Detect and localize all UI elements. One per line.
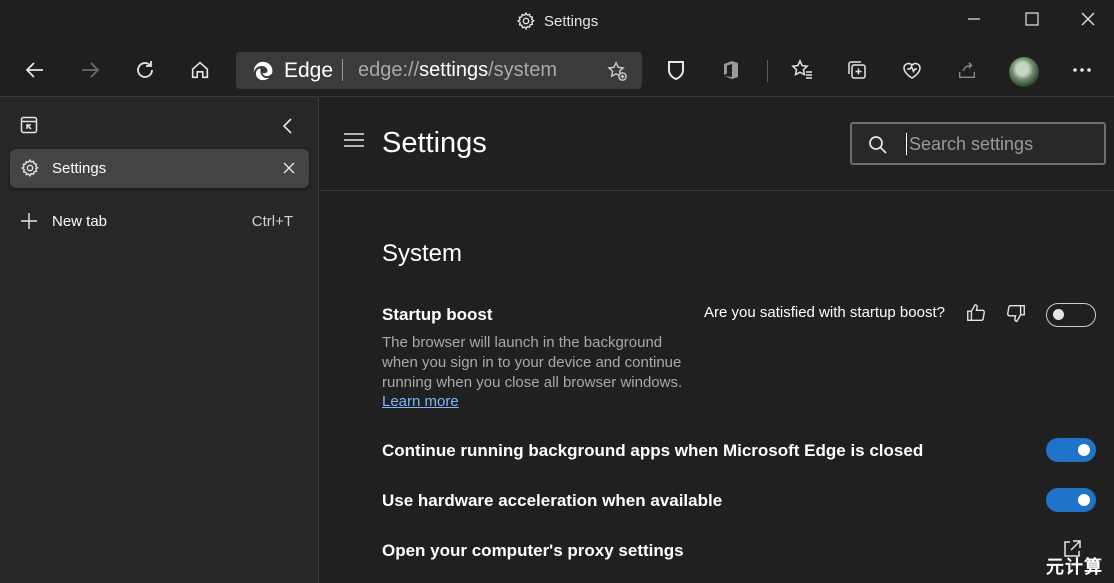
- browser-essentials-button[interactable]: [896, 54, 928, 86]
- more-menu-button[interactable]: [1066, 54, 1098, 86]
- search-input[interactable]: [906, 133, 1096, 155]
- share-button[interactable]: [951, 54, 983, 86]
- section-title: System: [382, 240, 463, 267]
- hardware-acceleration-title: Use hardware acceleration when available: [382, 491, 723, 510]
- arrow-right-icon: [82, 62, 100, 78]
- vertical-tabs-panel: Settings New tab Ctrl+T: [0, 96, 319, 583]
- thumbs-up-button[interactable]: [964, 301, 988, 325]
- home-button[interactable]: [184, 54, 216, 86]
- page-title: Settings: [382, 127, 487, 159]
- office-extension-button[interactable]: [715, 54, 747, 86]
- minimize-icon: [968, 18, 980, 20]
- menu-button[interactable]: [344, 133, 366, 151]
- refresh-button[interactable]: [129, 54, 161, 86]
- address-separator: [342, 59, 343, 81]
- proxy-settings-title[interactable]: Open your computer's proxy settings: [382, 541, 684, 561]
- collections-button[interactable]: [841, 54, 873, 86]
- startup-boost-title: Startup boost: [382, 305, 493, 324]
- window-title: Settings: [516, 11, 598, 31]
- plus-icon: [20, 212, 38, 235]
- url-text[interactable]: edge://settings/system: [358, 59, 557, 82]
- maximize-button[interactable]: [1012, 6, 1052, 32]
- gear-icon: [20, 158, 40, 183]
- search-icon: [868, 135, 888, 160]
- window-title-text: Settings: [544, 12, 599, 30]
- toggle-knob: [1078, 494, 1090, 506]
- chevron-left-icon: [282, 118, 292, 134]
- thumbs-down-icon: [1007, 304, 1025, 322]
- close-icon: [283, 162, 295, 174]
- learn-more-link[interactable]: Learn more: [382, 393, 459, 410]
- url-prefix: edge://: [358, 59, 420, 81]
- background-apps-title: Continue running background apps when Mi…: [382, 441, 924, 460]
- share-icon: [958, 62, 976, 79]
- shield-extension-button[interactable]: [660, 54, 692, 86]
- new-tab-button[interactable]: New tab Ctrl+T: [10, 205, 309, 237]
- tab-label: Settings: [52, 160, 107, 177]
- watermark-logo: 元计算: [1046, 557, 1103, 577]
- startup-boost-toggle[interactable]: [1046, 303, 1096, 327]
- tab-actions-icon: [20, 116, 38, 134]
- tab-actions-button[interactable]: [20, 116, 40, 136]
- close-icon: [1081, 12, 1095, 26]
- browser-toolbar: Edge edge://settings/system: [0, 44, 1114, 96]
- collapse-panel-button[interactable]: [276, 114, 300, 138]
- toggle-knob: [1053, 309, 1064, 320]
- home-icon: [191, 61, 209, 79]
- edge-badge: Edge: [252, 59, 333, 83]
- hamburger-icon: [344, 133, 364, 147]
- hardware-acceleration-toggle[interactable]: [1046, 488, 1096, 512]
- address-bar[interactable]: Edge edge://settings/system: [236, 52, 642, 89]
- new-tab-shortcut: Ctrl+T: [251, 213, 293, 230]
- thumbs-up-icon: [967, 304, 985, 322]
- arrow-left-icon: [25, 62, 43, 78]
- edge-label: Edge: [284, 59, 334, 82]
- maximize-icon: [1025, 12, 1039, 26]
- close-tab-button[interactable]: [278, 157, 300, 179]
- title-bar: Settings: [0, 0, 1114, 44]
- office-icon: [724, 61, 738, 79]
- settings-content: Settings System Startup boost The browse…: [320, 96, 1114, 583]
- url-suffix: /system: [488, 59, 558, 81]
- search-box[interactable]: [850, 122, 1106, 165]
- shield-icon: [668, 61, 684, 81]
- settings-header: Settings: [320, 97, 1114, 191]
- star-add-icon: [607, 61, 627, 81]
- feedback-question: Are you satisfied with startup boost?: [704, 304, 945, 321]
- favorites-button[interactable]: [786, 54, 818, 86]
- tab-settings[interactable]: Settings: [10, 149, 309, 188]
- heart-pulse-icon: [903, 62, 921, 79]
- more-icon: [1073, 68, 1091, 72]
- close-window-button[interactable]: [1068, 6, 1108, 32]
- profile-avatar[interactable]: [1009, 57, 1039, 87]
- startup-boost-description: The browser will launch in the backgroun…: [382, 334, 683, 391]
- favorites-icon: [791, 59, 812, 79]
- refresh-icon: [137, 61, 153, 78]
- back-button[interactable]: [19, 54, 51, 86]
- url-highlight: settings: [419, 59, 489, 81]
- add-favorite-button[interactable]: [606, 60, 628, 87]
- gear-icon: [516, 11, 535, 31]
- toolbar-divider: [767, 60, 768, 82]
- edge-logo-icon: [253, 61, 273, 81]
- collections-icon: [848, 61, 866, 79]
- forward-button[interactable]: [74, 54, 106, 86]
- toggle-knob: [1078, 444, 1090, 456]
- background-apps-toggle[interactable]: [1046, 438, 1096, 462]
- new-tab-label: New tab: [52, 213, 108, 230]
- thumbs-down-button[interactable]: [1004, 301, 1028, 325]
- minimize-button[interactable]: [954, 6, 994, 32]
